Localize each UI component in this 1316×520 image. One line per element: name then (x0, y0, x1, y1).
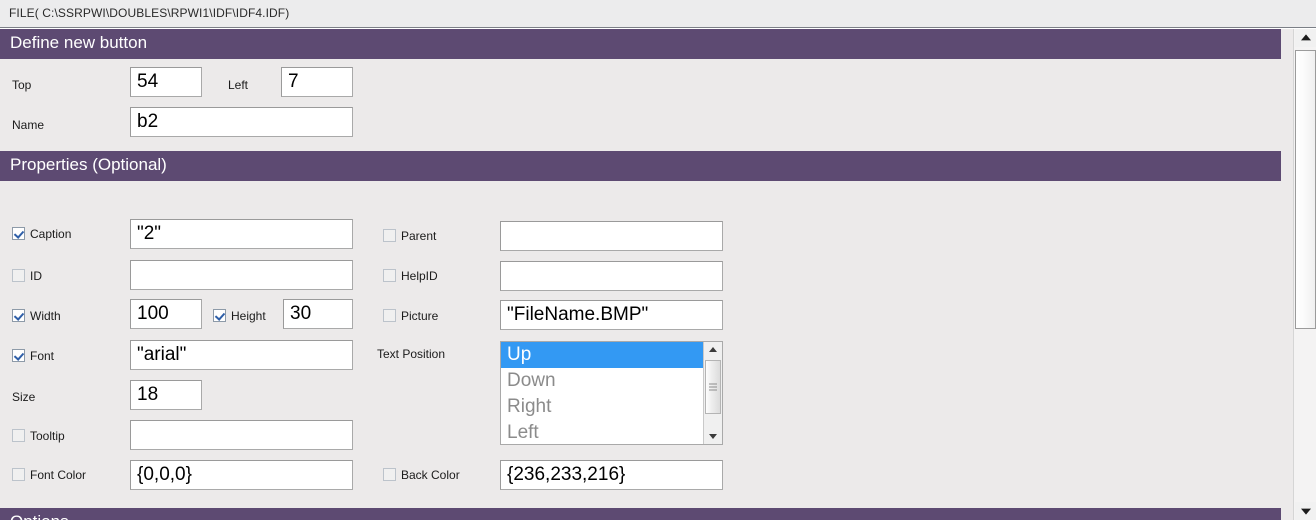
label-caption: Caption (30, 227, 72, 241)
checkbox-height[interactable] (213, 309, 226, 322)
section-title-properties: Properties (Optional) (10, 155, 167, 174)
checkbox-font[interactable] (12, 349, 25, 362)
label-back-color: Back Color (401, 468, 460, 482)
input-width[interactable] (130, 299, 202, 329)
listbox-scrollbar[interactable] (703, 342, 722, 444)
triangle-down-icon[interactable] (704, 428, 722, 444)
checkbox-width[interactable] (12, 309, 25, 322)
scrollbar-down-button[interactable] (1295, 502, 1316, 520)
input-height[interactable] (283, 299, 353, 329)
section-header-options: Options (0, 508, 1281, 520)
grip-lines-icon (709, 383, 717, 391)
checkbox-helpid[interactable] (383, 269, 396, 282)
triangle-up-glyph (709, 347, 717, 352)
label-height: Height (231, 309, 266, 323)
input-top[interactable] (130, 67, 202, 97)
label-picture: Picture (401, 309, 439, 323)
input-parent[interactable] (500, 221, 723, 251)
label-text-position: Text Position (377, 347, 446, 361)
listbox-option-down[interactable]: Down (501, 368, 722, 394)
input-tooltip[interactable] (130, 420, 353, 450)
triangle-down-icon (1300, 508, 1311, 515)
page-scrollbar-vertical[interactable] (1293, 29, 1316, 520)
label-helpid: HelpID (401, 269, 438, 283)
file-path-bar: FILE( C:\SSRPWI\DOUBLES\RPWI1\IDF\IDF4.I… (0, 0, 1316, 28)
scrollbar-up-button[interactable] (1295, 29, 1316, 47)
input-font[interactable] (130, 340, 353, 370)
input-back-color[interactable] (500, 460, 723, 490)
file-path-text: FILE( C:\SSRPWI\DOUBLES\RPWI1\IDF\IDF4.I… (9, 6, 290, 20)
label-size: Size (12, 390, 36, 404)
label-name: Name (12, 118, 45, 132)
listbox-option-right[interactable]: Right (501, 394, 722, 420)
section-header-define-new-button: Define new button (0, 29, 1281, 59)
input-caption[interactable] (130, 219, 353, 249)
form-panel: Define new button Top Left Name Properti… (0, 29, 1293, 520)
triangle-up-icon[interactable] (704, 342, 722, 358)
triangle-up-icon (1300, 34, 1311, 41)
checkbox-font-color[interactable] (12, 468, 25, 481)
input-left[interactable] (281, 67, 353, 97)
section-header-properties: Properties (Optional) (0, 151, 1281, 181)
section-title-options: Options (10, 512, 69, 520)
label-top: Top (12, 78, 32, 92)
label-parent: Parent (401, 229, 437, 243)
triangle-down-glyph (709, 434, 717, 439)
input-helpid[interactable] (500, 261, 723, 291)
section-title-define: Define new button (10, 33, 148, 52)
checkbox-caption[interactable] (12, 227, 25, 240)
label-font: Font (30, 349, 55, 363)
label-id: ID (30, 269, 42, 283)
input-name[interactable] (130, 107, 353, 137)
checkbox-id[interactable] (12, 269, 25, 282)
listbox-option-left[interactable]: Left (501, 420, 722, 444)
checkbox-picture[interactable] (383, 309, 396, 322)
input-id[interactable] (130, 260, 353, 290)
label-left: Left (228, 78, 249, 92)
properties-region: Caption ID Width Height Font Size Toolti… (0, 181, 1281, 508)
checkbox-tooltip[interactable] (12, 429, 25, 442)
checkbox-back-color[interactable] (383, 468, 396, 481)
application-window: FILE( C:\SSRPWI\DOUBLES\RPWI1\IDF\IDF4.I… (0, 0, 1316, 520)
listbox-text-position[interactable]: Up Down Right Left (500, 341, 723, 445)
listbox-option-up[interactable]: Up (501, 342, 722, 368)
input-picture[interactable] (500, 300, 723, 330)
checkbox-parent[interactable] (383, 229, 396, 242)
listbox-scrollbar-thumb[interactable] (705, 360, 721, 414)
label-tooltip: Tooltip (30, 429, 65, 443)
label-width: Width (30, 309, 61, 323)
input-size[interactable] (130, 380, 202, 410)
input-font-color[interactable] (130, 460, 353, 490)
define-new-button-region: Top Left Name (0, 59, 1281, 151)
label-font-color: Font Color (30, 468, 87, 482)
scrollbar-thumb[interactable] (1295, 50, 1316, 329)
